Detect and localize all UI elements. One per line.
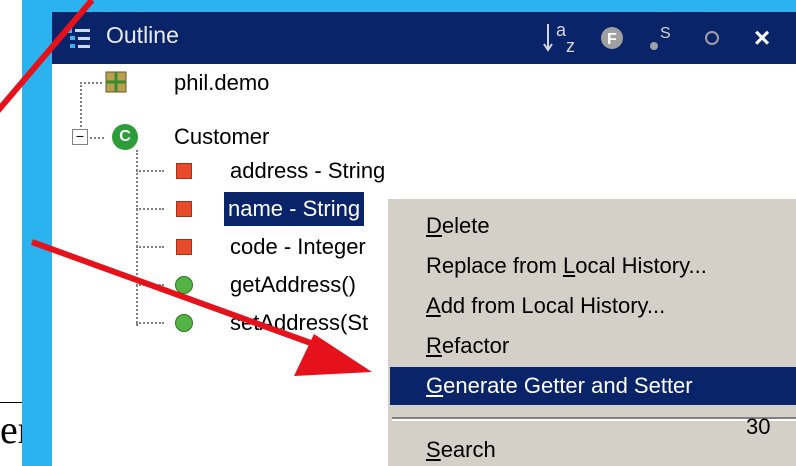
tree-connector xyxy=(86,137,104,139)
tree-item-getaddress[interactable]: getAddress() xyxy=(230,268,356,302)
collapse-toggle[interactable]: − xyxy=(72,129,88,145)
slide-background: er Outline a z F S × phil.demo − C Custo… xyxy=(0,0,796,466)
menu-item-add-local-history[interactable]: Add from Local History... xyxy=(390,287,796,325)
field-icon xyxy=(176,201,192,217)
tree-connector xyxy=(80,82,102,84)
menu-item-generate-getter-setter[interactable]: Generate Getter and Setter xyxy=(390,367,796,405)
tree-connector xyxy=(136,246,164,248)
tree-item-code[interactable]: code - Integer xyxy=(230,230,366,264)
field-icon xyxy=(176,163,192,179)
method-icon xyxy=(175,314,193,332)
class-label[interactable]: Customer xyxy=(174,120,269,154)
hide-fields-icon[interactable]: F xyxy=(592,20,632,56)
field-icon xyxy=(176,239,192,255)
outline-view: Outline a z F S × phil.demo − C Customer… xyxy=(52,12,796,466)
menu-item-refactor[interactable]: Refactor▶ xyxy=(390,327,796,365)
menu-item-search[interactable]: Search▶ xyxy=(390,431,796,466)
tree-connector xyxy=(136,150,138,326)
view-title: Outline xyxy=(106,22,179,48)
screenshot-frame: Outline a z F S × phil.demo − C Customer… xyxy=(22,0,796,466)
hide-static-icon[interactable]: S xyxy=(642,20,682,56)
tree-connector xyxy=(136,322,164,324)
close-icon[interactable]: × xyxy=(742,20,782,56)
static-glyph: S xyxy=(660,25,671,42)
tree-connector xyxy=(136,170,164,172)
hide-nonpublic-icon[interactable] xyxy=(692,20,732,56)
menu-item-replace-local-history[interactable]: Replace from Local History... xyxy=(390,247,796,285)
tree-item-name-selected[interactable]: name - String xyxy=(222,191,366,227)
view-titlebar: Outline a z F S × xyxy=(52,12,796,64)
tree-connector xyxy=(136,284,164,286)
sort-alpha-icon[interactable]: a z xyxy=(540,20,588,56)
fields-glyph: F xyxy=(607,31,617,48)
package-icon xyxy=(105,71,127,93)
outline-icon xyxy=(66,28,90,48)
svg-text:z: z xyxy=(566,36,575,56)
tree-item-setaddress[interactable]: setAddress(St xyxy=(230,306,368,340)
method-icon xyxy=(175,276,193,294)
context-menu: Delete Replace from Local History... Add… xyxy=(386,197,796,466)
menu-separator xyxy=(392,417,796,421)
menu-item-delete[interactable]: Delete xyxy=(390,207,796,245)
class-icon: C xyxy=(112,124,138,150)
package-label[interactable]: phil.demo xyxy=(174,66,269,100)
tree-connector xyxy=(136,208,164,210)
page-number: 30 xyxy=(746,414,771,439)
tree-item-address[interactable]: address - String xyxy=(230,154,385,188)
